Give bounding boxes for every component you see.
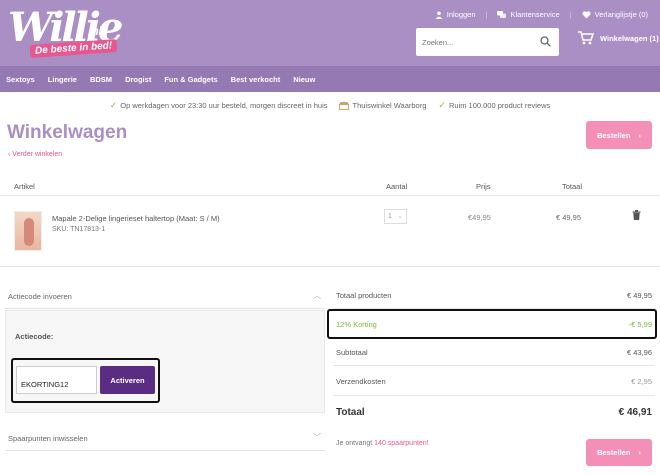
column-total: Totaal: [562, 182, 583, 191]
order-button-label: Bestellen: [597, 448, 631, 457]
product-total: € 49,95: [556, 213, 582, 222]
chevron-down-icon: ﹀: [313, 433, 321, 442]
customer-service-label: Klantenservice: [510, 10, 560, 19]
promo-code-label: Actiecode:: [15, 332, 54, 341]
promo-code-input[interactable]: [16, 366, 97, 394]
promo-code-toggle[interactable]: Actiecode invoeren ︿: [5, 283, 325, 309]
points-earned-text: Je ontvangt 140 spaarpunten!: [336, 440, 429, 447]
continue-shopping-label: Verder winkelen: [12, 151, 63, 158]
wishlist-link[interactable]: Verlanglijstje (0): [582, 10, 648, 19]
quantity-value: 1: [388, 213, 392, 220]
shop-icon: [339, 101, 350, 110]
customer-service-link[interactable]: Klantenservice: [497, 10, 560, 19]
usp-bar: ✓ Op werkdagen voor 23:30 uur besteld, mo…: [0, 100, 660, 111]
usp-text: Op werkdagen voor 23:30 uur besteld, mor…: [120, 101, 328, 110]
heart-icon: [582, 10, 591, 18]
main-nav: Sextoys Lingerie BDSM Drogist Fun & Gadg…: [0, 66, 660, 92]
chevron-up-icon: ︿: [313, 291, 321, 300]
login-label: Inloggen: [446, 10, 476, 19]
usp-item: Thuiswinkel Waarborg: [339, 100, 426, 111]
chevron-right-icon: ›: [638, 448, 641, 457]
user-icon: [435, 11, 443, 19]
summary-subtotal-value: € 43,96: [626, 348, 652, 357]
search-input[interactable]: [416, 28, 526, 56]
nav-item-best-verkocht[interactable]: Best verkocht: [231, 75, 281, 84]
usp-item: ✓ Ruim 100.000 product reviews: [438, 100, 550, 111]
column-quantity: Aantal: [386, 182, 408, 191]
order-button-top[interactable]: Bestellen ›: [586, 121, 652, 149]
quantity-select[interactable]: 1 ⌄: [384, 209, 407, 224]
product-sku: SKU: TN17813-1: [52, 226, 106, 233]
order-button-bottom[interactable]: Bestellen ›: [586, 439, 652, 466]
nav-item-lingerie[interactable]: Lingerie: [48, 75, 77, 84]
promo-code-section-label: Actiecode invoeren: [8, 292, 72, 301]
product-price: €49,95: [468, 213, 491, 222]
nav-item-drogist[interactable]: Drogist: [125, 75, 151, 84]
usp-item: ✓ Op werkdagen voor 23:30 uur besteld, mo…: [110, 100, 328, 111]
logo-suffix: .nl: [88, 24, 102, 38]
column-price: Prijs: [476, 182, 491, 191]
site-logo[interactable]: Willie .nl De beste in bed!: [8, 4, 123, 60]
nav-item-nieuw[interactable]: Nieuw: [293, 75, 315, 84]
summary-shipping-value: € 2,95: [631, 377, 652, 386]
cart-link[interactable]: Winkelwagen (1): [578, 31, 659, 45]
header-links: Inloggen | Klantenservice | Verlanglijst…: [435, 10, 648, 19]
highlight-box-discount: [327, 309, 657, 339]
cart-label: Winkelwagen (1): [600, 33, 659, 43]
summary-subtotal-row: Subtotaal € 43,96: [333, 340, 655, 366]
chat-icon: [497, 10, 507, 18]
divider: |: [569, 10, 572, 19]
summary-total-row: Totaal € 46,91: [333, 398, 655, 426]
summary-shipping-row: Verzendkosten € 2,95: [333, 368, 655, 396]
wishlist-label: Verlanglijstje (0): [594, 10, 648, 19]
divider: |: [485, 10, 488, 19]
table-row: Mapale 2-Delige lingerieset haltertop (M…: [0, 197, 660, 267]
summary-products-label: Totaal producten: [336, 291, 392, 300]
summary-products-row: Totaal producten € 49,95: [333, 283, 655, 309]
points-section-label: Spaarpunten inwisselen: [8, 434, 88, 443]
product-figure: [24, 218, 34, 246]
continue-shopping-link[interactable]: ‹ Verder winkelen: [8, 151, 62, 158]
cart-icon: [578, 31, 594, 45]
trash-icon[interactable]: [632, 210, 641, 220]
product-thumbnail[interactable]: [14, 211, 42, 251]
summary-subtotal-label: Subtotaal: [336, 348, 368, 357]
check-icon: ✓: [109, 100, 118, 110]
points-earned-amount[interactable]: 140 spaarpunten!: [374, 440, 429, 447]
summary-products-value: € 49,95: [626, 291, 652, 300]
chevron-down-icon: ⌄: [397, 213, 403, 220]
cart-table-header: Artikel Aantal Prijs Totaal: [0, 176, 660, 196]
search-box: [416, 28, 559, 56]
summary-total-value: € 46,91: [618, 407, 652, 418]
login-link[interactable]: Inloggen: [435, 10, 476, 19]
apply-code-label: Activeren: [110, 375, 145, 385]
points-toggle[interactable]: Spaarpunten inwisselen ﹀: [5, 425, 325, 451]
check-icon: ✓: [438, 100, 446, 110]
site-header: Willie .nl De beste in bed! Inloggen | K…: [0, 0, 660, 66]
chevron-right-icon: ›: [638, 130, 641, 140]
product-name[interactable]: Mapale 2-Delige lingerieset haltertop (M…: [52, 214, 220, 223]
order-button-label: Bestellen: [597, 130, 631, 140]
nav-item-bdsm[interactable]: BDSM: [90, 75, 112, 84]
nav-item-fun-gadgets[interactable]: Fun & Gadgets: [164, 75, 217, 84]
page-title: Winkelwagen: [7, 122, 128, 143]
nav-item-sextoys[interactable]: Sextoys: [6, 75, 35, 84]
chevron-left-icon: ‹: [8, 151, 11, 158]
usp-text: Ruim 100.000 product reviews: [448, 101, 551, 110]
apply-code-button[interactable]: Activeren: [100, 366, 155, 394]
search-icon[interactable]: [540, 36, 551, 47]
summary-shipping-label: Verzendkosten: [336, 377, 386, 386]
summary-total-label: Totaal: [336, 407, 365, 418]
usp-text: Thuiswinkel Waarborg: [352, 101, 427, 110]
points-earned-prefix: Je ontvangt: [336, 440, 373, 447]
column-article: Artikel: [14, 182, 35, 191]
